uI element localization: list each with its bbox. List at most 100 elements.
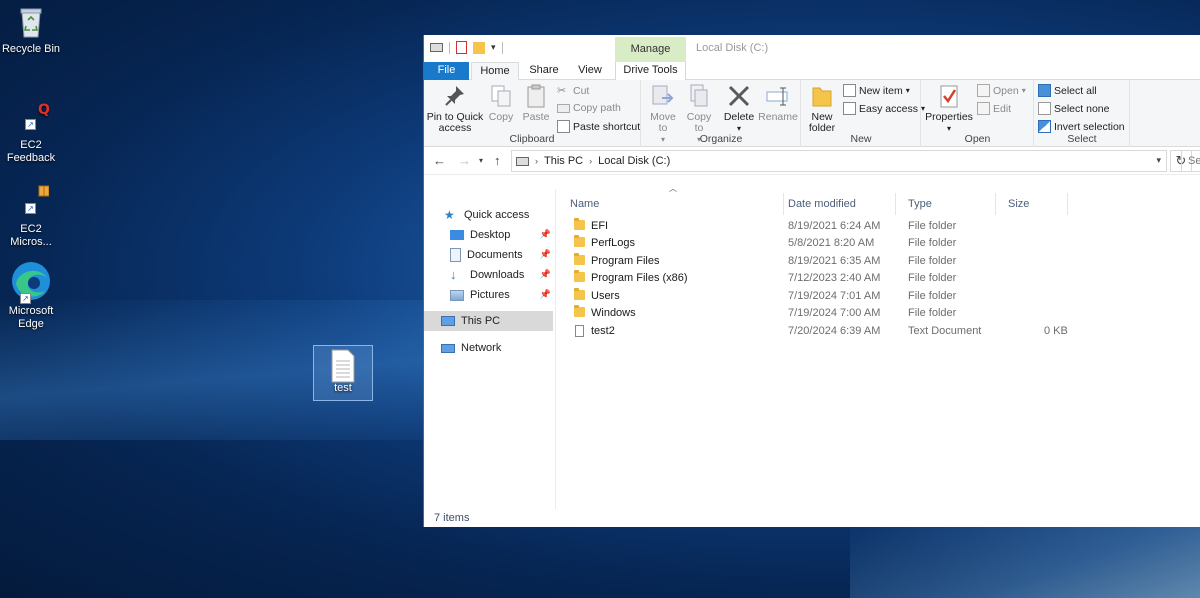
recycle-bin-icon (13, 4, 49, 40)
file-row[interactable]: Users 7/19/2024 7:01 AM File folder (570, 288, 1070, 305)
tab-share[interactable]: Share (524, 62, 564, 80)
column-header-size[interactable]: Size (996, 193, 1068, 215)
file-row[interactable]: test2 7/20/2024 6:39 AM Text Document 0 … (570, 323, 1070, 340)
desktop-icon-recycle-bin[interactable]: Recycle Bin (0, 4, 62, 56)
pin-icon[interactable]: 📌 (540, 249, 551, 260)
contextual-tab-manage: Manage (615, 37, 686, 62)
rename-button[interactable]: Rename (758, 83, 798, 123)
nav-this-pc[interactable]: This PC (424, 311, 553, 331)
folder-icon (574, 218, 585, 230)
pin-to-quick-access-button[interactable]: Pin to Quick access (426, 83, 484, 134)
file-list: ︿ Name Date modified Type Size EFI 8/19/… (558, 184, 1200, 509)
desktop-icon-ec2-feedback[interactable]: Q ↗ EC2 Feedback (0, 100, 62, 165)
nav-downloads[interactable]: ↓ Downloads 📌 (424, 265, 553, 285)
computer-icon (441, 316, 455, 326)
column-header-date[interactable]: Date modified (776, 193, 896, 215)
select-all-button[interactable]: Select all (1038, 84, 1097, 97)
group-label: Open (964, 133, 991, 145)
cut-button[interactable]: ✂ Cut (557, 84, 589, 98)
edit-button[interactable]: Edit (977, 102, 1011, 115)
tab-home[interactable]: Home (471, 62, 519, 81)
shortcut-arrow-icon: ↗ (25, 203, 36, 214)
ec2-feedback-icon: Q ↗ (13, 100, 50, 136)
new-folder-button[interactable]: New folder (804, 83, 840, 134)
paste-shortcut-button[interactable]: Paste shortcut (557, 120, 640, 133)
back-arrow-icon[interactable]: ← (433, 153, 446, 168)
copy-icon (488, 83, 514, 109)
nav-network[interactable]: Network (424, 338, 553, 358)
title-bar: ▾ Manage Local Disk (C:) (424, 35, 1200, 62)
properties-button[interactable]: Properties ▾ (924, 83, 974, 134)
ribbon-tabs: File Home Share View Drive Tools (424, 62, 1200, 81)
chevron-down-icon[interactable]: ▾ (1156, 155, 1161, 166)
copy-to-icon (686, 83, 712, 109)
copy-path-button[interactable]: Copy path (557, 102, 621, 114)
divider (501, 41, 503, 54)
download-arrow-icon: ↓ (450, 267, 457, 282)
easy-access-button[interactable]: Easy access ▾ (843, 102, 925, 115)
shortcut-arrow-icon: ↗ (20, 293, 31, 304)
status-bar: 7 items (434, 512, 470, 524)
dropdown-icon: ▾ (905, 86, 910, 95)
desktop-icon-ec2-microsoft[interactable]: ↗ EC2 Micros... (0, 184, 62, 249)
nav-quick-access[interactable]: ★ Quick access (424, 205, 553, 225)
file-row[interactable]: Windows 7/19/2024 7:00 AM File folder (570, 305, 1070, 322)
scissors-icon: ✂ (557, 85, 567, 97)
drive-icon (516, 156, 529, 166)
address-bar[interactable]: › This PC › Local Disk (C:) ▾ (511, 150, 1167, 172)
navigation-pane: ★ Quick access Desktop 📌 Documents 📌 ↓ D… (424, 189, 556, 509)
properties-icon[interactable] (456, 41, 467, 54)
easy-access-icon (843, 102, 856, 115)
rename-icon (765, 83, 791, 109)
desktop-icon-test[interactable]: test (313, 345, 373, 401)
nav-desktop[interactable]: Desktop 📌 (424, 225, 553, 245)
select-none-button[interactable]: Select none (1038, 102, 1109, 115)
pictures-icon (450, 289, 464, 301)
dropdown-icon: ▾ (1021, 86, 1026, 95)
ribbon: Pin to Quick access Copy Paste ✂ Cut Cop… (424, 80, 1200, 147)
customize-qat-icon[interactable]: ▾ (491, 42, 496, 53)
pin-icon[interactable]: 📌 (540, 289, 551, 300)
tab-view[interactable]: View (570, 62, 610, 80)
ribbon-group-new: New folder New item ▾ Easy access ▾ New (802, 80, 925, 147)
invert-selection-button[interactable]: Invert selection (1038, 120, 1125, 133)
pin-icon[interactable]: 📌 (540, 229, 551, 240)
network-icon (441, 343, 455, 353)
file-row[interactable]: PerfLogs 5/8/2021 8:20 AM File folder (570, 235, 1070, 252)
folder-icon (574, 235, 585, 247)
column-header-type[interactable]: Type (896, 193, 996, 215)
delete-button[interactable]: Delete ▾ (721, 83, 757, 134)
file-row[interactable]: Program Files (x86) 7/12/2023 2:40 AM Fi… (570, 270, 1070, 287)
group-label: New (850, 133, 872, 145)
file-row[interactable]: EFI 8/19/2021 6:24 AM File folder (570, 218, 1070, 235)
text-document-icon (575, 325, 584, 337)
window-title: Local Disk (C:) (696, 42, 769, 54)
drive-icon[interactable] (430, 43, 443, 52)
tab-file[interactable]: File (424, 62, 469, 80)
nav-documents[interactable]: Documents 📌 (424, 245, 553, 265)
new-folder-icon[interactable] (473, 41, 485, 54)
ribbon-group-open: Properties ▾ Open ▾ Edit Open (922, 80, 1034, 147)
search-input[interactable]: Search (1181, 150, 1200, 172)
nav-pictures[interactable]: Pictures 📌 (424, 285, 553, 305)
move-to-icon (650, 83, 676, 109)
up-arrow-icon[interactable]: ↑ (494, 153, 501, 168)
copy-button[interactable]: Copy (486, 83, 516, 123)
ribbon-group-select: Select all Select none Invert selection … (1035, 80, 1130, 147)
desktop-icon-microsoft-edge[interactable]: ↗ Microsoft Edge (0, 260, 62, 331)
paste-button[interactable]: Paste (521, 83, 551, 123)
tab-drive-tools[interactable]: Drive Tools (615, 62, 686, 80)
file-row[interactable]: Program Files 8/19/2021 6:35 AM File fol… (570, 253, 1070, 270)
breadcrumb-this-pc[interactable]: This PC (544, 155, 583, 167)
pin-icon[interactable]: 📌 (540, 269, 551, 280)
column-header-name[interactable]: Name (558, 193, 784, 215)
star-icon: ★ (444, 208, 455, 222)
new-item-icon (843, 84, 856, 97)
chevron-right-icon: › (589, 156, 593, 166)
new-item-button[interactable]: New item ▾ (843, 84, 910, 97)
recent-locations-icon[interactable]: ▾ (479, 156, 483, 165)
open-button[interactable]: Open ▾ (977, 84, 1026, 97)
desktop-icon-label: EC2 Micros... (10, 223, 52, 248)
breadcrumb-local-disk[interactable]: Local Disk (C:) (598, 155, 670, 167)
forward-arrow-icon[interactable]: → (458, 153, 471, 168)
